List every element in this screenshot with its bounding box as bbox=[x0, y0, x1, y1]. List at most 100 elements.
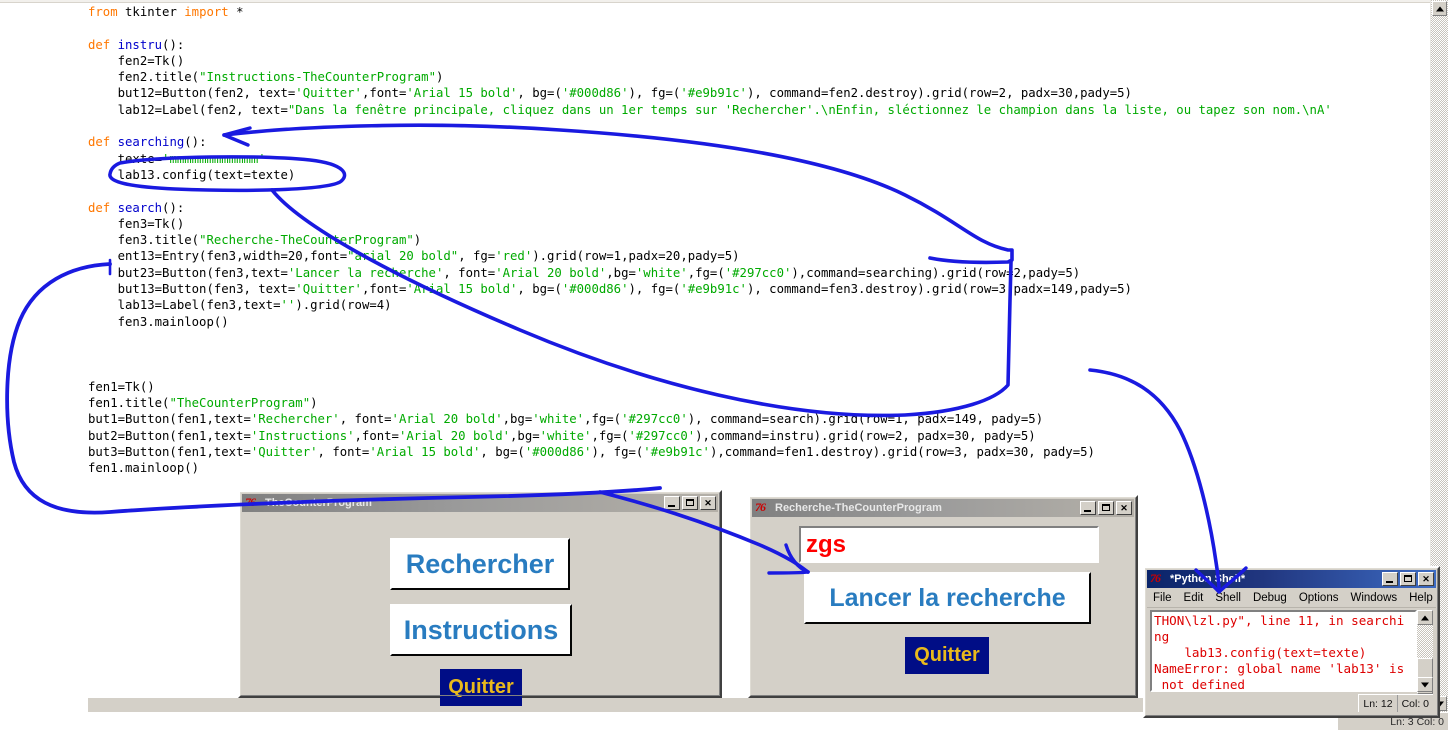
search-tk-window[interactable]: 76 Recherche-TheCounterProgram ✕ zgs Lan… bbox=[748, 495, 1138, 698]
code-token: ), command=fen3.destroy).grid(row=3,padx… bbox=[746, 282, 1132, 297]
code-token: but13=Button(fen3, text= bbox=[88, 282, 296, 297]
minimize-button[interactable] bbox=[664, 496, 680, 510]
shell-titlebar[interactable]: 76 *Python Shell* ✕ bbox=[1147, 570, 1436, 588]
code-token: def bbox=[88, 200, 118, 215]
python-shell-window[interactable]: 76 *Python Shell* ✕ File Edit Shell Debug Op… bbox=[1143, 566, 1440, 718]
search-window-title: Recherche-TheCounterProgram bbox=[775, 502, 942, 514]
close-button[interactable]: ✕ bbox=[700, 496, 716, 510]
code-token: ),command=fen1.destroy).grid(row=3, padx… bbox=[709, 445, 1095, 460]
code-token: fen2=Tk() bbox=[88, 53, 185, 68]
code-token: '' bbox=[280, 298, 296, 313]
code-line: fen2.title("Instructions-TheCounterProgr… bbox=[0, 69, 1420, 85]
code-token: (): bbox=[184, 135, 207, 150]
code-token: ),command=searching).grid(row=2,pady=5) bbox=[791, 265, 1081, 280]
shell-menu-windows[interactable]: Windows bbox=[1350, 592, 1397, 604]
code-token: but3=Button(fen1,text= bbox=[88, 445, 251, 460]
code-token: '#e9b91c' bbox=[643, 445, 710, 460]
code-token: texte= bbox=[88, 151, 163, 166]
tkinter-logo-icon: 76 bbox=[755, 500, 766, 514]
shell-menu-bar[interactable]: File Edit Shell Debug Options Windows Help bbox=[1147, 589, 1436, 608]
code-token: , fg= bbox=[458, 249, 496, 264]
code-token: "Instructions-TheCounterProgram" bbox=[199, 70, 436, 85]
search-quitter-button[interactable]: Quitter bbox=[905, 637, 989, 674]
code-token: 'Lancer la recherche' bbox=[287, 265, 444, 280]
code-token: '#000d86' bbox=[561, 282, 629, 297]
code-token: fen3.mainloop() bbox=[88, 314, 229, 329]
search-window-titlebar[interactable]: 76 Recherche-TheCounterProgram ✕ bbox=[752, 499, 1134, 517]
shell-menu-debug[interactable]: Debug bbox=[1253, 592, 1287, 604]
code-line: but12=Button(fen2, text='Quitter',font='… bbox=[0, 85, 1420, 101]
code-token: ,fg=( bbox=[591, 428, 629, 443]
close-button[interactable]: ✕ bbox=[1116, 501, 1132, 515]
code-line: but23=Button(fen3,text='Lancer la recher… bbox=[0, 265, 1420, 281]
shell-scroll-up-button[interactable] bbox=[1417, 610, 1433, 625]
code-token: from bbox=[88, 5, 126, 19]
code-line: texte='mmmmmmmmmmmm' bbox=[0, 151, 1420, 167]
code-token: ,font= bbox=[354, 428, 399, 443]
search-entry-field[interactable]: zgs bbox=[799, 526, 1099, 563]
code-token: ), command=search).grid(row=1, padx=149,… bbox=[687, 412, 1044, 427]
code-line: fen1.mainloop() bbox=[0, 460, 1420, 476]
shell-window-controls: ✕ bbox=[1382, 572, 1434, 586]
shell-status-bar: Ln: 12 Col: 0 bbox=[1358, 694, 1433, 712]
code-token: '#e9b91c' bbox=[680, 86, 747, 101]
close-button[interactable]: ✕ bbox=[1418, 572, 1434, 586]
code-token: , bg=( bbox=[517, 282, 562, 297]
code-token: 'Rechercher' bbox=[250, 412, 340, 427]
shell-menu-edit[interactable]: Edit bbox=[1184, 592, 1204, 604]
code-token: ,bg= bbox=[606, 265, 636, 280]
shell-menu-options[interactable]: Options bbox=[1299, 592, 1339, 604]
minimize-button[interactable] bbox=[1382, 572, 1398, 586]
code-token: but2=Button(fen1,text= bbox=[88, 428, 251, 443]
code-line: fen3=Tk() bbox=[0, 216, 1420, 232]
quitter-button[interactable]: Quitter bbox=[440, 669, 522, 706]
code-line: def searching(): bbox=[0, 134, 1420, 150]
screen: from tkinter import * def instru(): fen2… bbox=[0, 0, 1448, 730]
minimize-button[interactable] bbox=[1080, 501, 1096, 515]
code-token: ,fg=( bbox=[687, 265, 725, 280]
shell-menu-file[interactable]: File bbox=[1153, 592, 1172, 604]
code-token: ,fg=( bbox=[584, 412, 622, 427]
shell-menu-help[interactable]: Help bbox=[1409, 592, 1433, 604]
code-token: '#297cc0' bbox=[628, 428, 696, 443]
code-token: 'Quitter' bbox=[295, 86, 362, 101]
code-token: 'white' bbox=[539, 428, 592, 443]
code-token: 'Arial 15 bold' bbox=[406, 282, 518, 297]
maximize-button[interactable] bbox=[1400, 572, 1416, 586]
code-token: 'Arial 20 bold' bbox=[391, 412, 503, 427]
code-token: but12=Button(fen2, text= bbox=[88, 86, 296, 101]
code-token: fen2.title( bbox=[88, 70, 200, 85]
tkinter-logo-icon: 76 bbox=[1150, 571, 1161, 585]
main-window-body: Rechercher Instructions Quitter bbox=[242, 513, 718, 706]
maximize-button[interactable] bbox=[1098, 501, 1114, 515]
code-token: 'Arial 20 bold' bbox=[398, 428, 511, 443]
shell-body: File Edit Shell Debug Options Windows Help THO… bbox=[1147, 589, 1436, 714]
code-token: searching bbox=[117, 135, 185, 150]
code-token: ,bg= bbox=[502, 412, 533, 427]
code-token: ),command=instru).grid(row=2, padx=30, p… bbox=[695, 428, 1036, 443]
code-line: lab13=Label(fen3,text='').grid(row=4) bbox=[0, 297, 1420, 313]
code-token: (): bbox=[162, 37, 185, 52]
maximize-button[interactable] bbox=[682, 496, 698, 510]
code-token: 'mmmmmmmmmmmm' bbox=[162, 151, 266, 166]
lancer-la-recherche-button[interactable]: Lancer la recherche bbox=[804, 572, 1091, 624]
code-token: search bbox=[117, 200, 163, 215]
code-token: ), fg=( bbox=[628, 282, 681, 297]
shell-output-text[interactable]: THON\lzl.py", line 11, in searchi ng lab… bbox=[1150, 610, 1417, 692]
code-token: ,font= bbox=[361, 86, 407, 101]
shell-scroll-down-button[interactable] bbox=[1417, 677, 1433, 692]
shell-vertical-scrollbar[interactable] bbox=[1417, 610, 1433, 694]
shell-menu-shell[interactable]: Shell bbox=[1215, 592, 1241, 604]
code-token: '#e9b91c' bbox=[680, 282, 747, 297]
code-token: lab12=Label(fen2, text= bbox=[88, 102, 288, 117]
main-tk-window[interactable]: 76 TheCounterProgram ✕ Rechercher Instru… bbox=[238, 490, 722, 706]
code-token: 'Arial 15 bold' bbox=[406, 86, 518, 101]
code-token: lab13.config(text=texte) bbox=[88, 167, 296, 182]
code-token: ).grid(row=4) bbox=[295, 298, 392, 313]
scroll-up-button[interactable] bbox=[1432, 1, 1447, 16]
rechercher-button[interactable]: Rechercher bbox=[390, 538, 570, 590]
main-window-titlebar[interactable]: 76 TheCounterProgram ✕ bbox=[242, 494, 718, 512]
code-token: 'Quitter' bbox=[250, 445, 318, 460]
instructions-button[interactable]: Instructions bbox=[390, 604, 572, 656]
